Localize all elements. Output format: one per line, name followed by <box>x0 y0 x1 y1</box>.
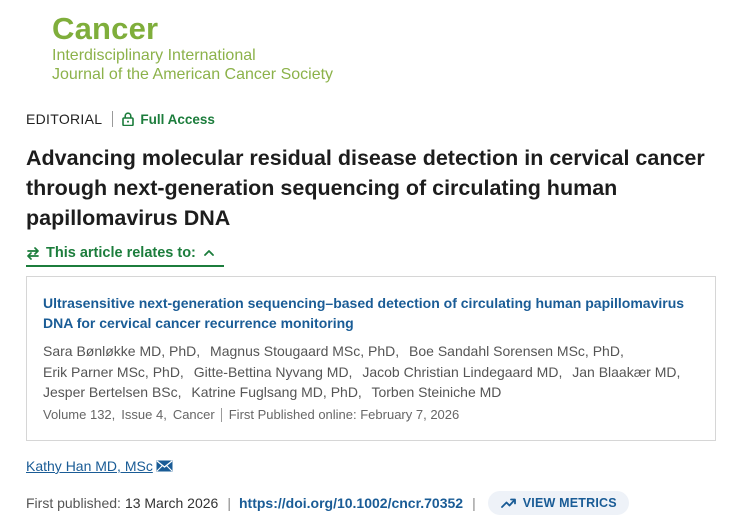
journal-subtitle-line2: Journal of the American Cancer Society <box>52 66 334 83</box>
related-journal: Cancer <box>172 407 215 422</box>
author-link[interactable]: Boe Sandahl Sorensen MSc, PhD, <box>409 343 624 359</box>
article-type: EDITORIAL <box>26 111 103 127</box>
access-badge: Full Access <box>122 112 215 127</box>
separator: | <box>227 495 231 511</box>
author-link[interactable]: Torben Steiniche MD <box>371 384 501 400</box>
mail-icon[interactable] <box>156 460 173 472</box>
volume: Volume 132, <box>43 407 116 422</box>
author-link[interactable]: Sara Bønløkke MD, PhD, <box>43 343 200 359</box>
divider <box>220 407 222 422</box>
author-link[interactable]: Erik Parner MSc, PhD, <box>43 364 184 380</box>
related-article-publication: Volume 132, Issue 4, Cancer First Publis… <box>43 407 459 422</box>
chevron-up-icon <box>203 250 214 256</box>
divider <box>112 111 114 127</box>
doi-link[interactable]: https://doi.org/10.1002/cncr.70352 <box>239 495 463 511</box>
view-metrics-label: VIEW METRICS <box>522 496 617 510</box>
related-article-card: Ultrasensitive next-generation sequencin… <box>26 276 716 441</box>
author-link[interactable]: Jacob Christian Lindegaard MD, <box>362 364 562 380</box>
relates-label: This article relates to: <box>46 244 196 261</box>
publication-info: First published: 13 March 2026 | https:/… <box>26 491 629 515</box>
lock-icon <box>122 112 135 126</box>
issue: Issue 4, <box>121 407 167 422</box>
editorial-author: Kathy Han MD, MSc <box>26 458 173 474</box>
journal-subtitle-line1: Interdisciplinary International <box>52 47 256 64</box>
author-link[interactable]: Katrine Fuglsang MD, PhD, <box>191 384 361 400</box>
view-metrics-button[interactable]: VIEW METRICS <box>487 491 629 515</box>
author-link[interactable]: Jan Blaakær MD, <box>572 364 680 380</box>
journal-name: Cancer <box>52 11 159 46</box>
journal-logo[interactable]: Cancer Interdisciplinary International J… <box>52 12 333 84</box>
related-article-title[interactable]: Ultrasensitive next-generation sequencin… <box>43 293 703 333</box>
access-label: Full Access <box>140 111 215 127</box>
trending-up-icon <box>500 498 516 508</box>
page-title: Advancing molecular residual disease det… <box>26 146 705 230</box>
author-link[interactable]: Jesper Bertelsen BSc, <box>43 384 182 400</box>
author-link[interactable]: Magnus Stougaard MSc, PhD, <box>210 343 399 359</box>
author-link[interactable]: Gitte-Bettina Nyvang MD, <box>194 364 353 380</box>
first-published-date: 13 March 2026 <box>124 495 219 511</box>
related-article-authors: Sara Bønløkke MD, PhD, Magnus Stougaard … <box>43 341 703 403</box>
related-published-date: First Published online: February 7, 2026 <box>228 407 460 422</box>
author-name-link[interactable]: Kathy Han MD, MSc <box>26 458 153 474</box>
first-published-label: First published: <box>26 495 121 511</box>
article-meta: EDITORIAL Full Access <box>26 111 215 127</box>
separator: | <box>472 495 476 511</box>
swap-arrows-icon <box>27 246 39 260</box>
relates-toggle[interactable]: This article relates to: <box>26 240 224 267</box>
